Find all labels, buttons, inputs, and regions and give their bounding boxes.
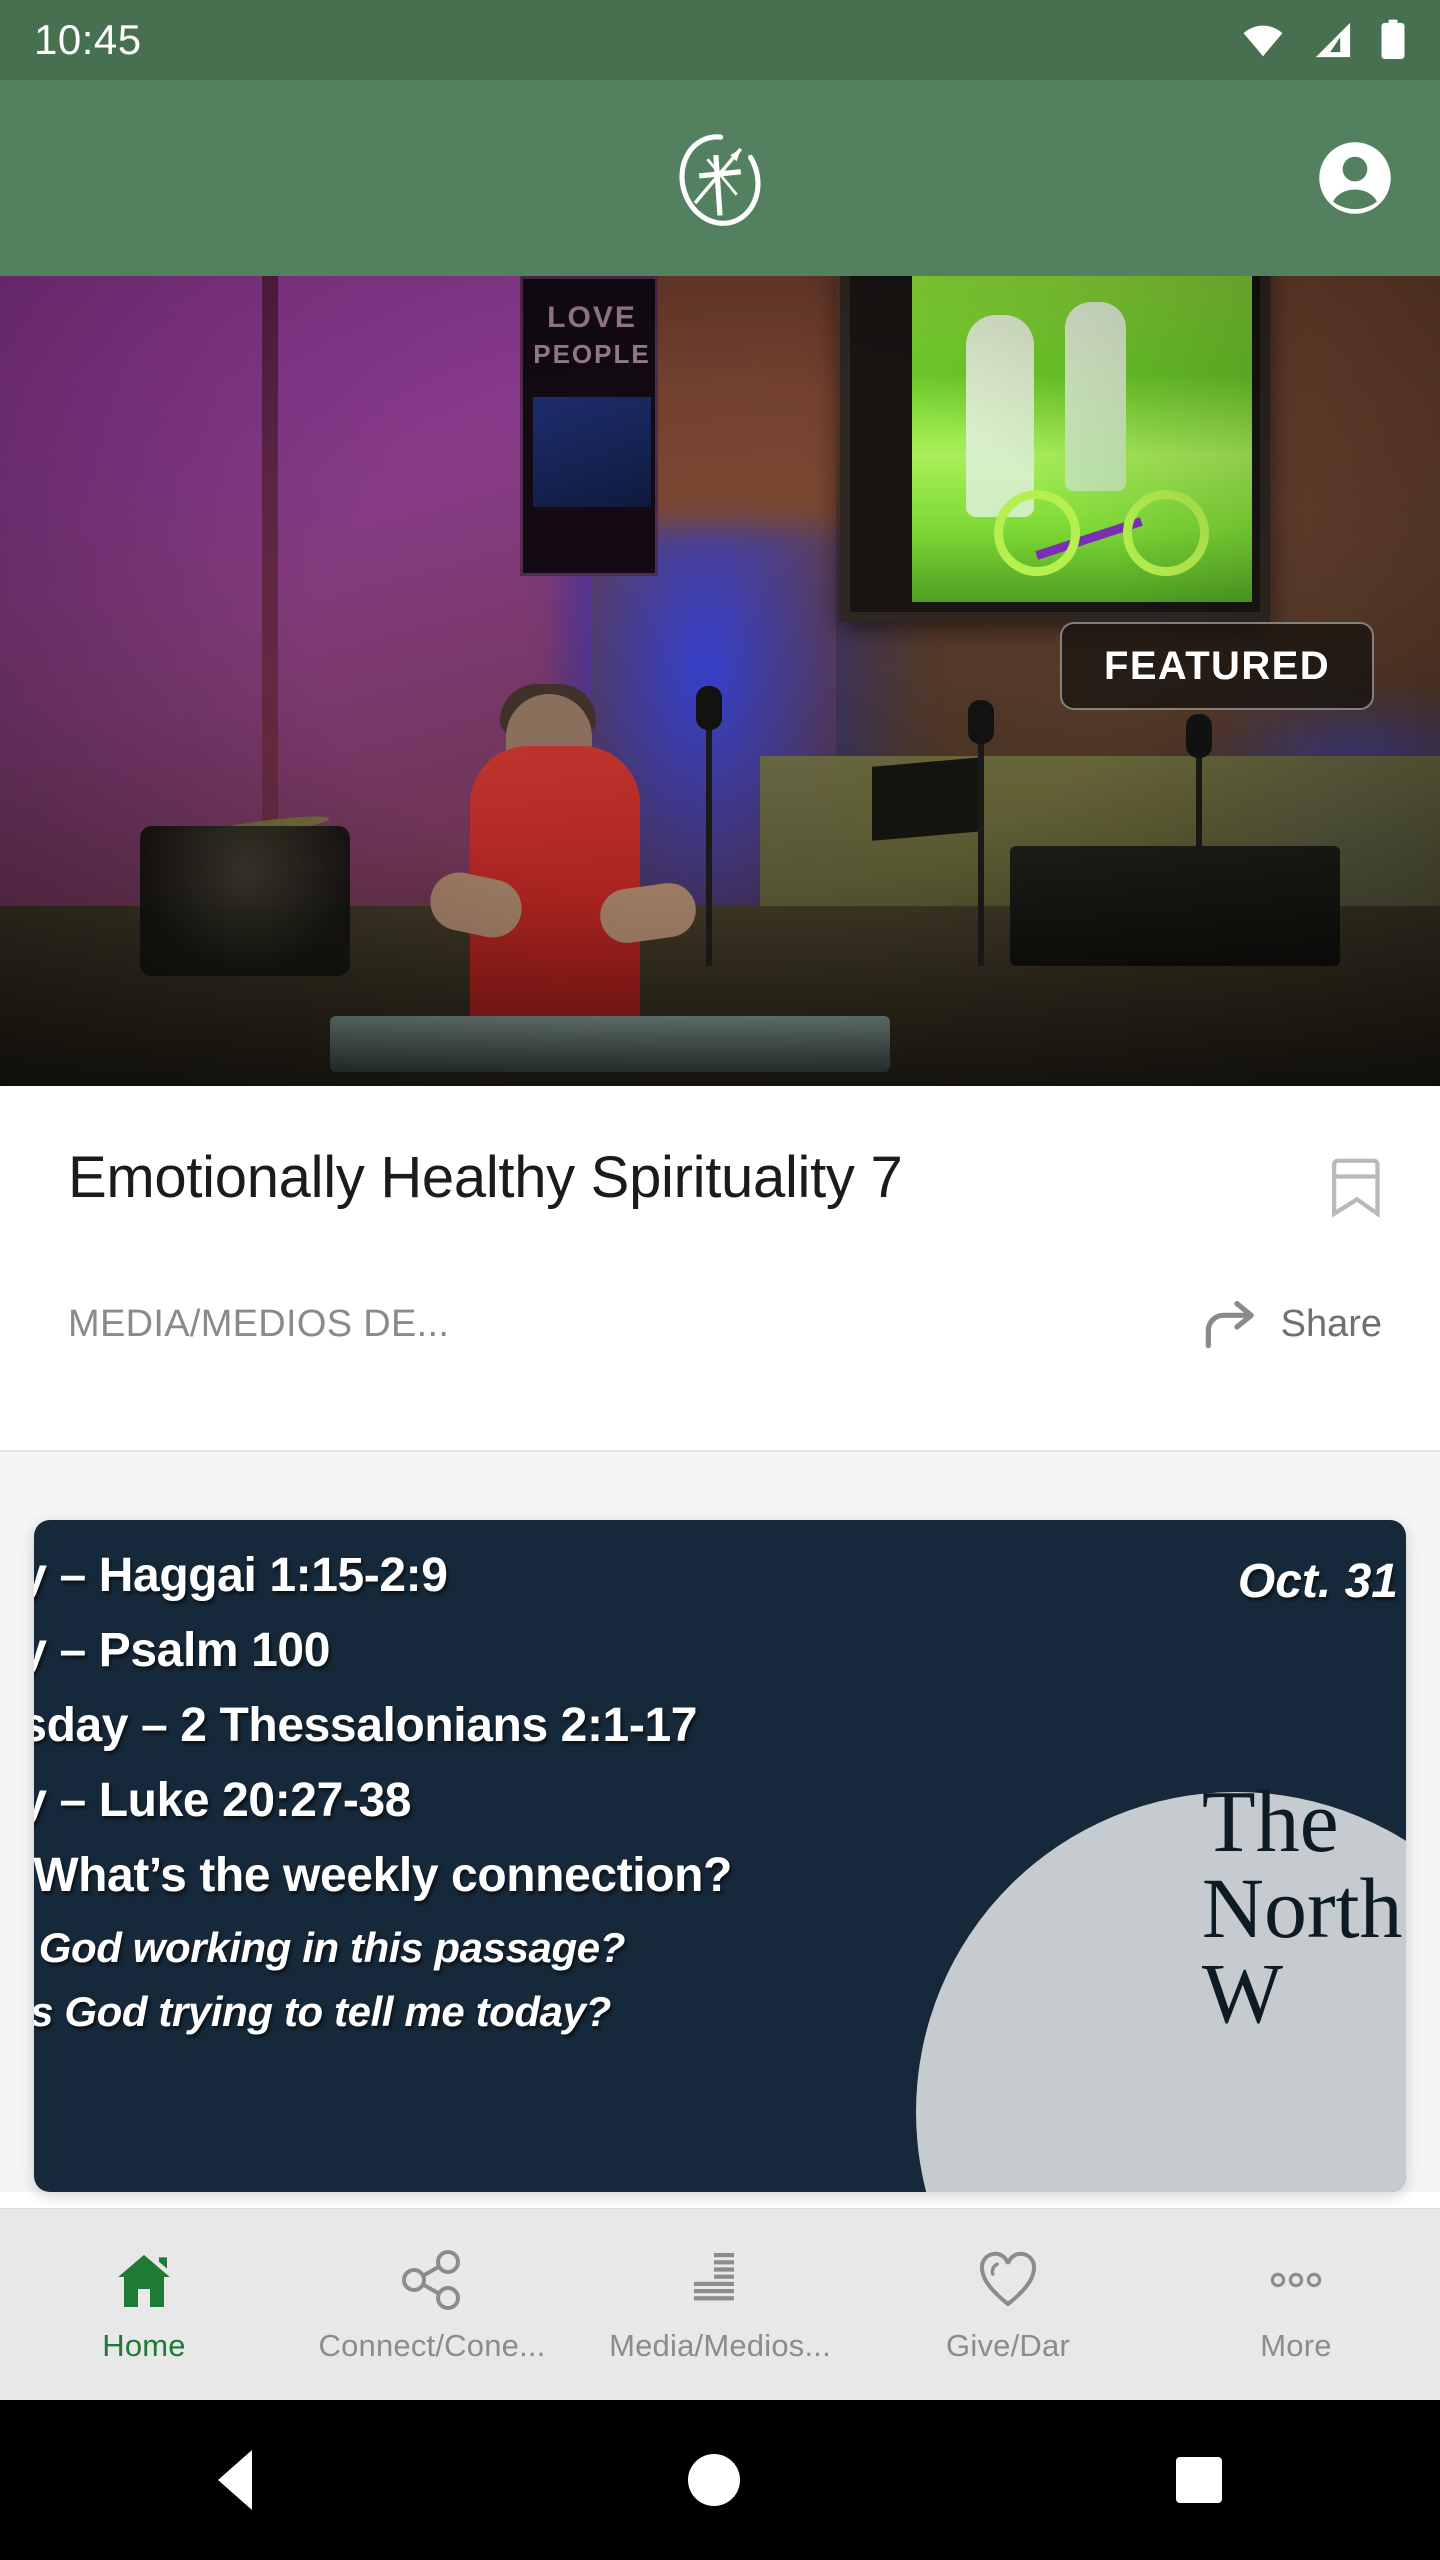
scripture-date-range: Oct. 31 – N bbox=[1237, 1555, 1406, 1608]
recents-square-icon[interactable] bbox=[1176, 2457, 1222, 2503]
equalizer-icon bbox=[688, 2246, 752, 2314]
share-label: Share bbox=[1280, 1302, 1382, 1345]
logo-line-1: The bbox=[1201, 1773, 1339, 1871]
logo-line-3: W bbox=[1201, 1944, 1284, 2041]
scripture-line-list: ay – Haggai 1:15-2:9 ay – Psalm 100 esda… bbox=[34, 1552, 1154, 2055]
featured-info-card: Emotionally Healthy Spirituality 7 MEDIA… bbox=[0, 1086, 1440, 1452]
tab-home[interactable]: Home bbox=[0, 2209, 288, 2400]
bookmark-icon[interactable] bbox=[1328, 1156, 1386, 1218]
tab-connect[interactable]: Connect/Cone... bbox=[288, 2209, 576, 2400]
tab-home-label: Home bbox=[102, 2327, 186, 2363]
scripture-line: ay – Luke 20:27-38 bbox=[34, 1774, 412, 1827]
tab-give[interactable]: Give/Dar bbox=[864, 2209, 1152, 2400]
bottom-tab-bar: Home Connect/Cone... Media/Medios... Giv… bbox=[0, 2208, 1440, 2400]
status-icon-group bbox=[1240, 19, 1406, 61]
content-scroll-area[interactable]: The Norths W Oct. 31 – N ay – Haggai 1:1… bbox=[0, 1452, 1440, 2192]
cellular-signal-icon bbox=[1315, 22, 1351, 58]
android-navigation-bar bbox=[0, 2400, 1440, 2560]
share-arrow-icon bbox=[1205, 1301, 1254, 1349]
tab-give-label: Give/Dar bbox=[946, 2327, 1070, 2363]
scripture-line: ay – Haggai 1:15-2:9 bbox=[34, 1549, 448, 1602]
featured-badge: FEATURED bbox=[1059, 622, 1374, 710]
scripture-question: t is God trying to tell me today? bbox=[34, 1988, 611, 2035]
church-compass-logo bbox=[679, 134, 761, 226]
scripture-line: ay – Psalm 100 bbox=[34, 1624, 331, 1677]
scripture-line: esday – 2 Thessalonians 2:1-17 bbox=[34, 1699, 698, 1752]
scripture-reading-card[interactable]: The Norths W Oct. 31 – N ay – Haggai 1:1… bbox=[34, 1520, 1406, 2192]
media-category-label: MEDIA/MEDIOS DE... bbox=[68, 1302, 450, 1345]
back-triangle-icon[interactable] bbox=[218, 2450, 252, 2510]
page-title: Emotionally Healthy Spirituality 7 bbox=[68, 1145, 903, 1210]
phone-screen: 10:45 FEATURED Emotionally Healthy Spiri… bbox=[0, 0, 1440, 2560]
logo-line-2: Norths bbox=[1201, 1859, 1406, 1956]
tab-more[interactable]: More bbox=[1152, 2209, 1440, 2400]
scripture-line: – What’s the weekly connection? bbox=[34, 1849, 732, 1902]
status-clock: 10:45 bbox=[34, 16, 142, 63]
featured-video-thumbnail[interactable]: LOVE PEOPLE bbox=[0, 276, 1440, 1086]
share-button[interactable]: Share bbox=[1201, 1298, 1382, 1350]
app-bar bbox=[0, 80, 1440, 276]
share-nodes-icon bbox=[400, 2246, 464, 2314]
tab-more-label: More bbox=[1260, 2327, 1332, 2363]
subtitle-row: MEDIA/MEDIOS DE... Share bbox=[68, 1298, 1382, 1350]
more-dots-icon bbox=[1264, 2246, 1328, 2314]
battery-icon bbox=[1381, 19, 1405, 59]
tab-media-label: Media/Medios... bbox=[609, 2327, 831, 2363]
wifi-icon bbox=[1243, 25, 1283, 57]
northside-logo-text: The Norths W bbox=[1201, 1773, 1406, 2041]
tab-media[interactable]: Media/Medios... bbox=[576, 2209, 864, 2400]
home-circle-icon[interactable] bbox=[688, 2454, 740, 2506]
title-row: Emotionally Healthy Spirituality 7 bbox=[68, 1145, 1386, 1218]
tab-connect-label: Connect/Cone... bbox=[318, 2327, 546, 2363]
scripture-question: ’s God working in this passage? bbox=[34, 1924, 625, 1971]
heart-icon bbox=[976, 2246, 1040, 2314]
home-icon bbox=[112, 2246, 176, 2314]
status-bar: 10:45 bbox=[0, 0, 1440, 80]
account-circle-icon[interactable] bbox=[1316, 139, 1394, 217]
